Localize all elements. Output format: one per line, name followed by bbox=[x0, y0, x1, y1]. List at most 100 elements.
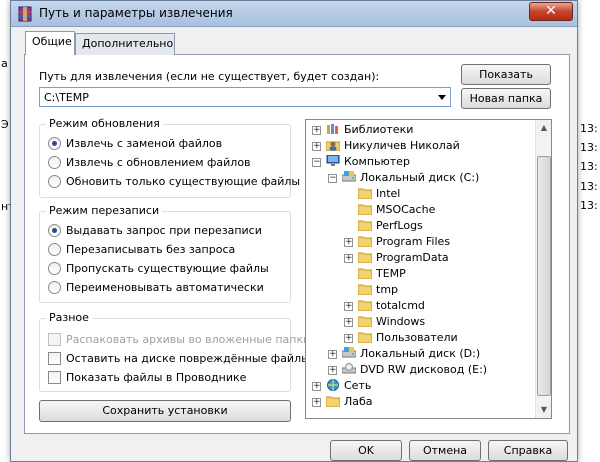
tree-item-label: tmp bbox=[376, 283, 399, 296]
folder-icon bbox=[357, 315, 373, 328]
tree-item[interactable]: MSOCache bbox=[306, 202, 536, 218]
tree-item[interactable]: + Сеть bbox=[306, 378, 536, 394]
expand-icon[interactable]: + bbox=[344, 318, 353, 327]
expand-icon[interactable]: + bbox=[328, 350, 337, 359]
expand-icon[interactable]: + bbox=[312, 382, 321, 391]
tree-item[interactable]: + Windows bbox=[306, 314, 536, 330]
radio-indicator[interactable] bbox=[48, 175, 61, 188]
radio-indicator[interactable] bbox=[48, 137, 61, 150]
expand-icon[interactable]: + bbox=[344, 334, 353, 343]
tree-item-label: MSOCache bbox=[376, 203, 436, 216]
update-mode-title: Режим обновления bbox=[46, 117, 163, 130]
tree-item[interactable]: PerfLogs bbox=[306, 218, 536, 234]
close-button[interactable]: ✕ bbox=[529, 2, 573, 21]
path-value: C:\TEMP bbox=[44, 91, 89, 104]
title-bar[interactable]: Путь и параметры извлечения ✕ bbox=[11, 1, 577, 27]
drive-icon bbox=[341, 171, 357, 183]
tree-item[interactable]: TEMP bbox=[306, 266, 536, 282]
radio-indicator[interactable] bbox=[48, 281, 61, 294]
radio-label: Пропускать существующие файлы bbox=[66, 262, 269, 275]
expand-icon[interactable]: + bbox=[344, 302, 353, 311]
save-settings-button[interactable]: Сохранить установки bbox=[39, 400, 291, 422]
help-button[interactable]: Справка bbox=[488, 440, 568, 461]
folder-icon bbox=[357, 219, 373, 232]
folder-icon bbox=[325, 395, 341, 408]
radio-indicator[interactable] bbox=[48, 156, 61, 169]
tree-item[interactable]: + Program Files bbox=[306, 234, 536, 250]
checkbox-label: Оставить на диске повреждённые файлы bbox=[66, 352, 310, 365]
tree-item[interactable]: + ProgramData bbox=[306, 250, 536, 266]
expand-icon[interactable]: + bbox=[328, 366, 337, 375]
tree-item[interactable]: + Никуличев Николай bbox=[306, 138, 536, 154]
cancel-button[interactable]: Отмена bbox=[409, 440, 481, 461]
folder-icon bbox=[357, 299, 373, 312]
bg-right-time: 13: bbox=[580, 180, 598, 193]
network-icon bbox=[326, 379, 340, 391]
folder-icon bbox=[357, 187, 373, 200]
bg-left-text: а bbox=[1, 57, 8, 70]
archive-app-icon bbox=[18, 6, 32, 22]
folder-icon bbox=[357, 235, 373, 248]
path-combobox[interactable]: C:\TEMP bbox=[39, 87, 451, 107]
radio-label: Перезаписывать без запроса bbox=[66, 243, 236, 256]
ok-button[interactable]: OK bbox=[330, 440, 402, 461]
tab-general[interactable]: Общие bbox=[25, 31, 75, 55]
radio-label: Извлечь с обновлением файлов bbox=[66, 156, 251, 169]
tree-item[interactable]: tmp bbox=[306, 282, 536, 298]
tab-advanced[interactable]: Дополнительно bbox=[75, 33, 175, 55]
tree-item-label: Локальный диск (D:) bbox=[360, 347, 481, 360]
tree-item-label: totalcmd bbox=[376, 299, 425, 312]
checkbox-indicator[interactable] bbox=[48, 333, 61, 346]
radio-label: Обновить только существующие файлы bbox=[66, 175, 301, 188]
overwrite-mode-group: Режим перезаписи Выдавать запрос при пер… bbox=[39, 204, 291, 303]
misc-title: Разное bbox=[46, 311, 92, 324]
checkbox-indicator[interactable] bbox=[48, 352, 61, 365]
collapse-icon[interactable]: − bbox=[328, 174, 337, 183]
scroll-up-icon[interactable]: ▲ bbox=[537, 120, 551, 136]
user-folder-icon bbox=[325, 139, 341, 152]
tree-item-label: Program Files bbox=[376, 235, 451, 248]
radio-indicator[interactable] bbox=[48, 243, 61, 256]
folder-tree[interactable]: + Библиотеки + Никуличев Николай − Компьютер −… bbox=[305, 119, 552, 419]
new-folder-button[interactable]: Новая папка bbox=[461, 88, 551, 109]
expand-icon[interactable]: + bbox=[312, 142, 321, 151]
window-title: Путь и параметры извлечения bbox=[39, 6, 233, 20]
tree-item[interactable]: + Локальный диск (D:) bbox=[306, 346, 536, 362]
show-button[interactable]: Показать bbox=[461, 64, 551, 85]
drive-icon bbox=[341, 347, 357, 359]
expand-icon[interactable]: + bbox=[312, 126, 321, 135]
bg-right-time: 13: bbox=[580, 160, 598, 173]
chevron-down-icon[interactable] bbox=[438, 95, 446, 100]
tree-item[interactable]: + Лаба bbox=[306, 394, 536, 410]
checkbox-indicator[interactable] bbox=[48, 371, 61, 384]
expand-icon[interactable]: + bbox=[344, 254, 353, 263]
tree-item[interactable]: − Локальный диск (C:) bbox=[306, 170, 536, 186]
tree-scrollbar[interactable]: ▲ ▼ bbox=[535, 120, 551, 418]
checkbox-label: Распаковать архивы во вложенные папки bbox=[66, 333, 311, 346]
tree-item-label: DVD RW дисковод (E:) bbox=[360, 363, 488, 376]
collapse-icon[interactable]: − bbox=[312, 158, 321, 167]
tree-item[interactable]: + totalcmd bbox=[306, 298, 536, 314]
folder-icon bbox=[357, 267, 373, 280]
expand-icon[interactable]: + bbox=[312, 398, 321, 407]
tree-item[interactable]: Intel bbox=[306, 186, 536, 202]
tree-item-label: Лаба bbox=[344, 395, 373, 408]
folder-icon bbox=[357, 283, 373, 296]
scroll-down-icon[interactable]: ▼ bbox=[537, 402, 551, 418]
tree-item[interactable]: − Компьютер bbox=[306, 154, 536, 170]
radio-indicator[interactable] bbox=[48, 224, 61, 237]
tree-item-label: Локальный диск (C:) bbox=[360, 171, 480, 184]
scroll-thumb[interactable] bbox=[537, 156, 551, 396]
library-icon bbox=[326, 123, 340, 135]
extract-dialog: Путь и параметры извлечения ✕ Общие Допо… bbox=[10, 0, 578, 462]
expand-icon[interactable]: + bbox=[344, 238, 353, 247]
bg-right-time: 13: bbox=[580, 199, 598, 212]
folder-icon bbox=[357, 331, 373, 344]
tree-item[interactable]: + Библиотеки bbox=[306, 122, 536, 138]
tree-item[interactable]: + Пользователи bbox=[306, 330, 536, 346]
tree-item-label: Intel bbox=[376, 187, 401, 200]
tree-item[interactable]: + DVD RW дисковод (E:) bbox=[306, 362, 536, 378]
tree-item-label: Библиотеки bbox=[344, 123, 414, 136]
overwrite-mode-title: Режим перезаписи bbox=[46, 204, 163, 217]
radio-indicator[interactable] bbox=[48, 262, 61, 275]
